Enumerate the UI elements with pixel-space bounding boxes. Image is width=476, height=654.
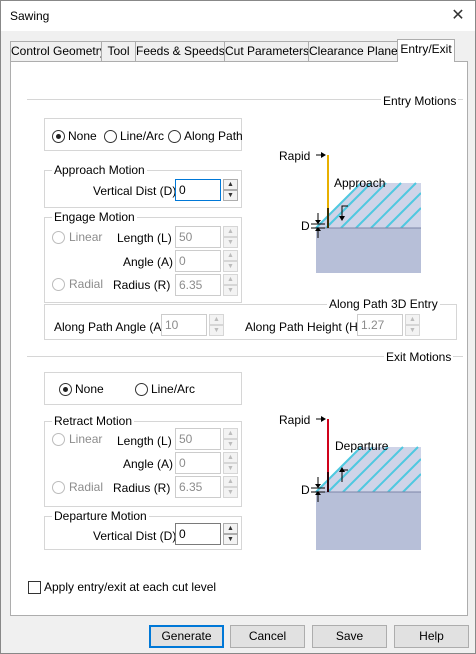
along-path-label: Along Path 3D Entry <box>327 297 440 311</box>
engage-motion-group: Engage Motion Linear Length (L) 50 ▲ ▼ An… <box>44 210 242 303</box>
dialog-window: Sawing ✕ Control Geometry Tool Feeds & S… <box>0 0 476 654</box>
retract-length-label: Length (L) <box>117 434 172 448</box>
engage-length-input[interactable]: 50 <box>175 226 221 248</box>
spin-down-icon[interactable]: ▼ <box>223 190 238 201</box>
exit-mode-group: None Line/Arc <box>44 372 242 405</box>
exit-d-label: D <box>301 483 310 497</box>
spin-up-icon[interactable]: ▲ <box>223 523 238 534</box>
entry-linearc-label[interactable]: Line/Arc <box>120 129 164 143</box>
retract-length-input[interactable]: 50 <box>175 428 221 450</box>
tab-tool[interactable]: Tool <box>101 41 136 61</box>
retract-angle-spinner[interactable]: ▲ ▼ <box>223 452 238 474</box>
engage-radial-label: Radial <box>69 277 104 291</box>
title-bar: Sawing ✕ <box>1 1 475 31</box>
entry-diagram <box>311 152 421 273</box>
along-path-height-input[interactable]: 1.27 <box>357 314 403 336</box>
entry-mode-group: None Line/Arc Along Path <box>44 118 243 151</box>
retract-angle-label: Angle (A) <box>123 457 174 471</box>
retract-motion-group: Retract Motion Linear Length (L) 50 ▲ ▼ A… <box>44 414 242 507</box>
engage-linear-radio[interactable] <box>52 231 65 244</box>
departure-motion-group: Departure Motion Vertical Dist (D): 0 ▲ … <box>44 509 242 550</box>
tab-control-geometry[interactable]: Control Geometry <box>10 41 106 61</box>
approach-vertical-dist-spinner[interactable]: ▲ ▼ <box>223 179 238 201</box>
tab-cut-parameters[interactable]: Cut Parameters <box>224 41 309 61</box>
entry-exit-panel: Entry Motions None Line/Arc Along Path A… <box>10 61 468 616</box>
retract-angle-input[interactable]: 0 <box>175 452 221 474</box>
exit-rapid-label: Rapid <box>279 413 311 427</box>
retract-length-spinner[interactable]: ▲ ▼ <box>223 428 238 450</box>
retract-linear-radio[interactable] <box>52 433 65 446</box>
entry-none-label[interactable]: None <box>68 129 97 143</box>
departure-motion-label: Departure Motion <box>52 509 149 523</box>
departure-vertical-dist-input[interactable]: 0 <box>175 523 221 545</box>
engage-linear-label: Linear <box>69 230 103 244</box>
approach-vertical-dist-label: Vertical Dist (D): <box>93 184 180 198</box>
engage-radius-label: Radius (R) <box>113 278 171 292</box>
window-title: Sawing <box>10 9 50 23</box>
retract-radius-label: Radius (R) <box>113 481 171 495</box>
exit-none-radio[interactable] <box>59 383 72 396</box>
engage-angle-spinner[interactable]: ▲ ▼ <box>223 250 238 272</box>
exit-section-label: Exit Motions <box>384 350 454 364</box>
apply-each-level-label[interactable]: Apply entry/exit at each cut level <box>44 580 216 594</box>
approach-vertical-dist-input[interactable]: 0 <box>175 179 221 201</box>
engage-angle-label: Angle (A) <box>123 255 174 269</box>
engage-radius-spinner[interactable]: ▲ ▼ <box>223 274 238 296</box>
help-button[interactable]: Help <box>394 625 469 648</box>
approach-motion-group: Approach Motion Vertical Dist (D): 0 ▲ ▼ <box>44 163 242 208</box>
along-path-angle-input[interactable]: 10 <box>161 314 207 336</box>
cancel-button[interactable]: Cancel <box>230 625 305 648</box>
generate-button[interactable]: Generate <box>149 625 224 648</box>
engage-motion-label: Engage Motion <box>52 210 137 224</box>
along-path-group: Along Path 3D Entry Along Path Angle (A)… <box>44 297 457 340</box>
save-button[interactable]: Save <box>312 625 387 648</box>
engage-length-label: Length (L) <box>117 231 172 245</box>
tab-clearance-plane[interactable]: Clearance Plane <box>308 41 398 61</box>
approach-motion-label: Approach Motion <box>52 163 147 177</box>
departure-vertical-dist-spinner[interactable]: ▲ ▼ <box>223 523 238 545</box>
entry-section-label: Entry Motions <box>381 94 459 108</box>
engage-radius-input[interactable]: 6.35 <box>175 274 221 296</box>
along-path-height-spinner[interactable]: ▲ ▼ <box>405 314 420 336</box>
retract-radius-spinner[interactable]: ▲ ▼ <box>223 476 238 498</box>
along-path-angle-label: Along Path Angle (A) <box>54 320 166 334</box>
departure-vertical-dist-label: Vertical Dist (D): <box>93 529 180 543</box>
exit-none-label[interactable]: None <box>75 382 104 396</box>
apply-each-level-checkbox[interactable] <box>28 581 41 594</box>
entry-linearc-radio[interactable] <box>104 130 117 143</box>
entry-approach-label: Approach <box>334 176 386 190</box>
spin-up-icon[interactable]: ▲ <box>223 179 238 190</box>
along-path-angle-spinner[interactable]: ▲ ▼ <box>209 314 224 336</box>
tab-entry-exit[interactable]: Entry/Exit <box>397 39 455 62</box>
tab-feeds-speeds[interactable]: Feeds & Speeds <box>135 41 225 61</box>
exit-diagram <box>311 416 421 550</box>
retract-radius-input[interactable]: 6.35 <box>175 476 221 498</box>
close-icon[interactable]: ✕ <box>442 3 474 29</box>
engage-radial-radio[interactable] <box>52 278 65 291</box>
retract-radial-label: Radial <box>69 480 104 494</box>
retract-linear-label: Linear <box>69 432 103 446</box>
along-path-height-label: Along Path Height (H) <box>245 320 362 334</box>
retract-radial-radio[interactable] <box>52 481 65 494</box>
exit-linearc-label[interactable]: Line/Arc <box>151 382 195 396</box>
entry-alongpath-label[interactable]: Along Path <box>184 129 243 143</box>
entry-alongpath-radio[interactable] <box>168 130 181 143</box>
entry-none-radio[interactable] <box>52 130 65 143</box>
spin-down-icon[interactable]: ▼ <box>223 534 238 545</box>
entry-rapid-label: Rapid <box>279 149 311 163</box>
engage-angle-input[interactable]: 0 <box>175 250 221 272</box>
retract-motion-label: Retract Motion <box>52 414 135 428</box>
exit-departure-label: Departure <box>335 439 389 453</box>
entry-d-label: D <box>301 219 310 233</box>
exit-linearc-radio[interactable] <box>135 383 148 396</box>
engage-length-spinner[interactable]: ▲ ▼ <box>223 226 238 248</box>
